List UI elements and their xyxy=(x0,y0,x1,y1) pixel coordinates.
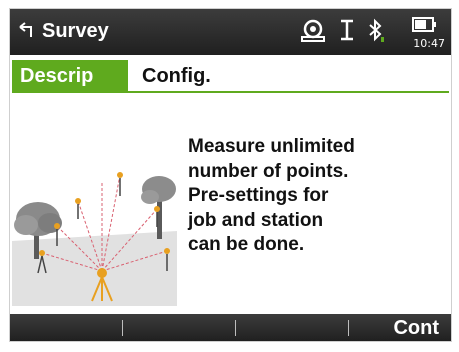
tab-config[interactable]: Config. xyxy=(134,60,221,92)
screen: Survey 10:47 Descrip Config. Measure unl… xyxy=(9,8,452,342)
description-text: Measure unlimited number of points. Pre-… xyxy=(188,135,438,258)
battery-icon xyxy=(412,17,436,32)
cont-button[interactable]: Cont xyxy=(349,314,451,341)
survey-scene-illustration xyxy=(12,172,177,306)
description-line: Measure unlimited xyxy=(188,136,355,157)
softkey-f2[interactable] xyxy=(123,314,235,341)
device-frame: Survey 10:47 Descrip Config. Measure unl… xyxy=(0,0,459,352)
description-line: can be done. xyxy=(188,234,305,255)
title-bar: Survey 10:47 xyxy=(10,9,451,55)
clock-time: 10:47 xyxy=(413,37,445,50)
bluetooth-icon xyxy=(369,18,384,42)
softkey-f3[interactable] xyxy=(236,314,348,341)
description-line: number of points. xyxy=(188,160,349,182)
app-title: Survey xyxy=(42,20,109,42)
back-arrow-icon[interactable] xyxy=(17,20,37,40)
softkey-bar: Cont xyxy=(10,314,451,341)
content-area: Measure unlimited number of points. Pre-… xyxy=(10,93,451,314)
status-icons: 10:47 xyxy=(295,14,445,50)
cursor-i-icon xyxy=(341,19,353,41)
softkey-f1[interactable] xyxy=(10,314,122,341)
description-line: Pre-settings for xyxy=(188,185,329,206)
tab-descrip[interactable]: Descrip xyxy=(12,60,128,92)
description-line: job and station xyxy=(188,209,324,231)
tab-bar: Descrip Config. xyxy=(10,55,451,93)
prism-target-icon xyxy=(301,19,325,42)
